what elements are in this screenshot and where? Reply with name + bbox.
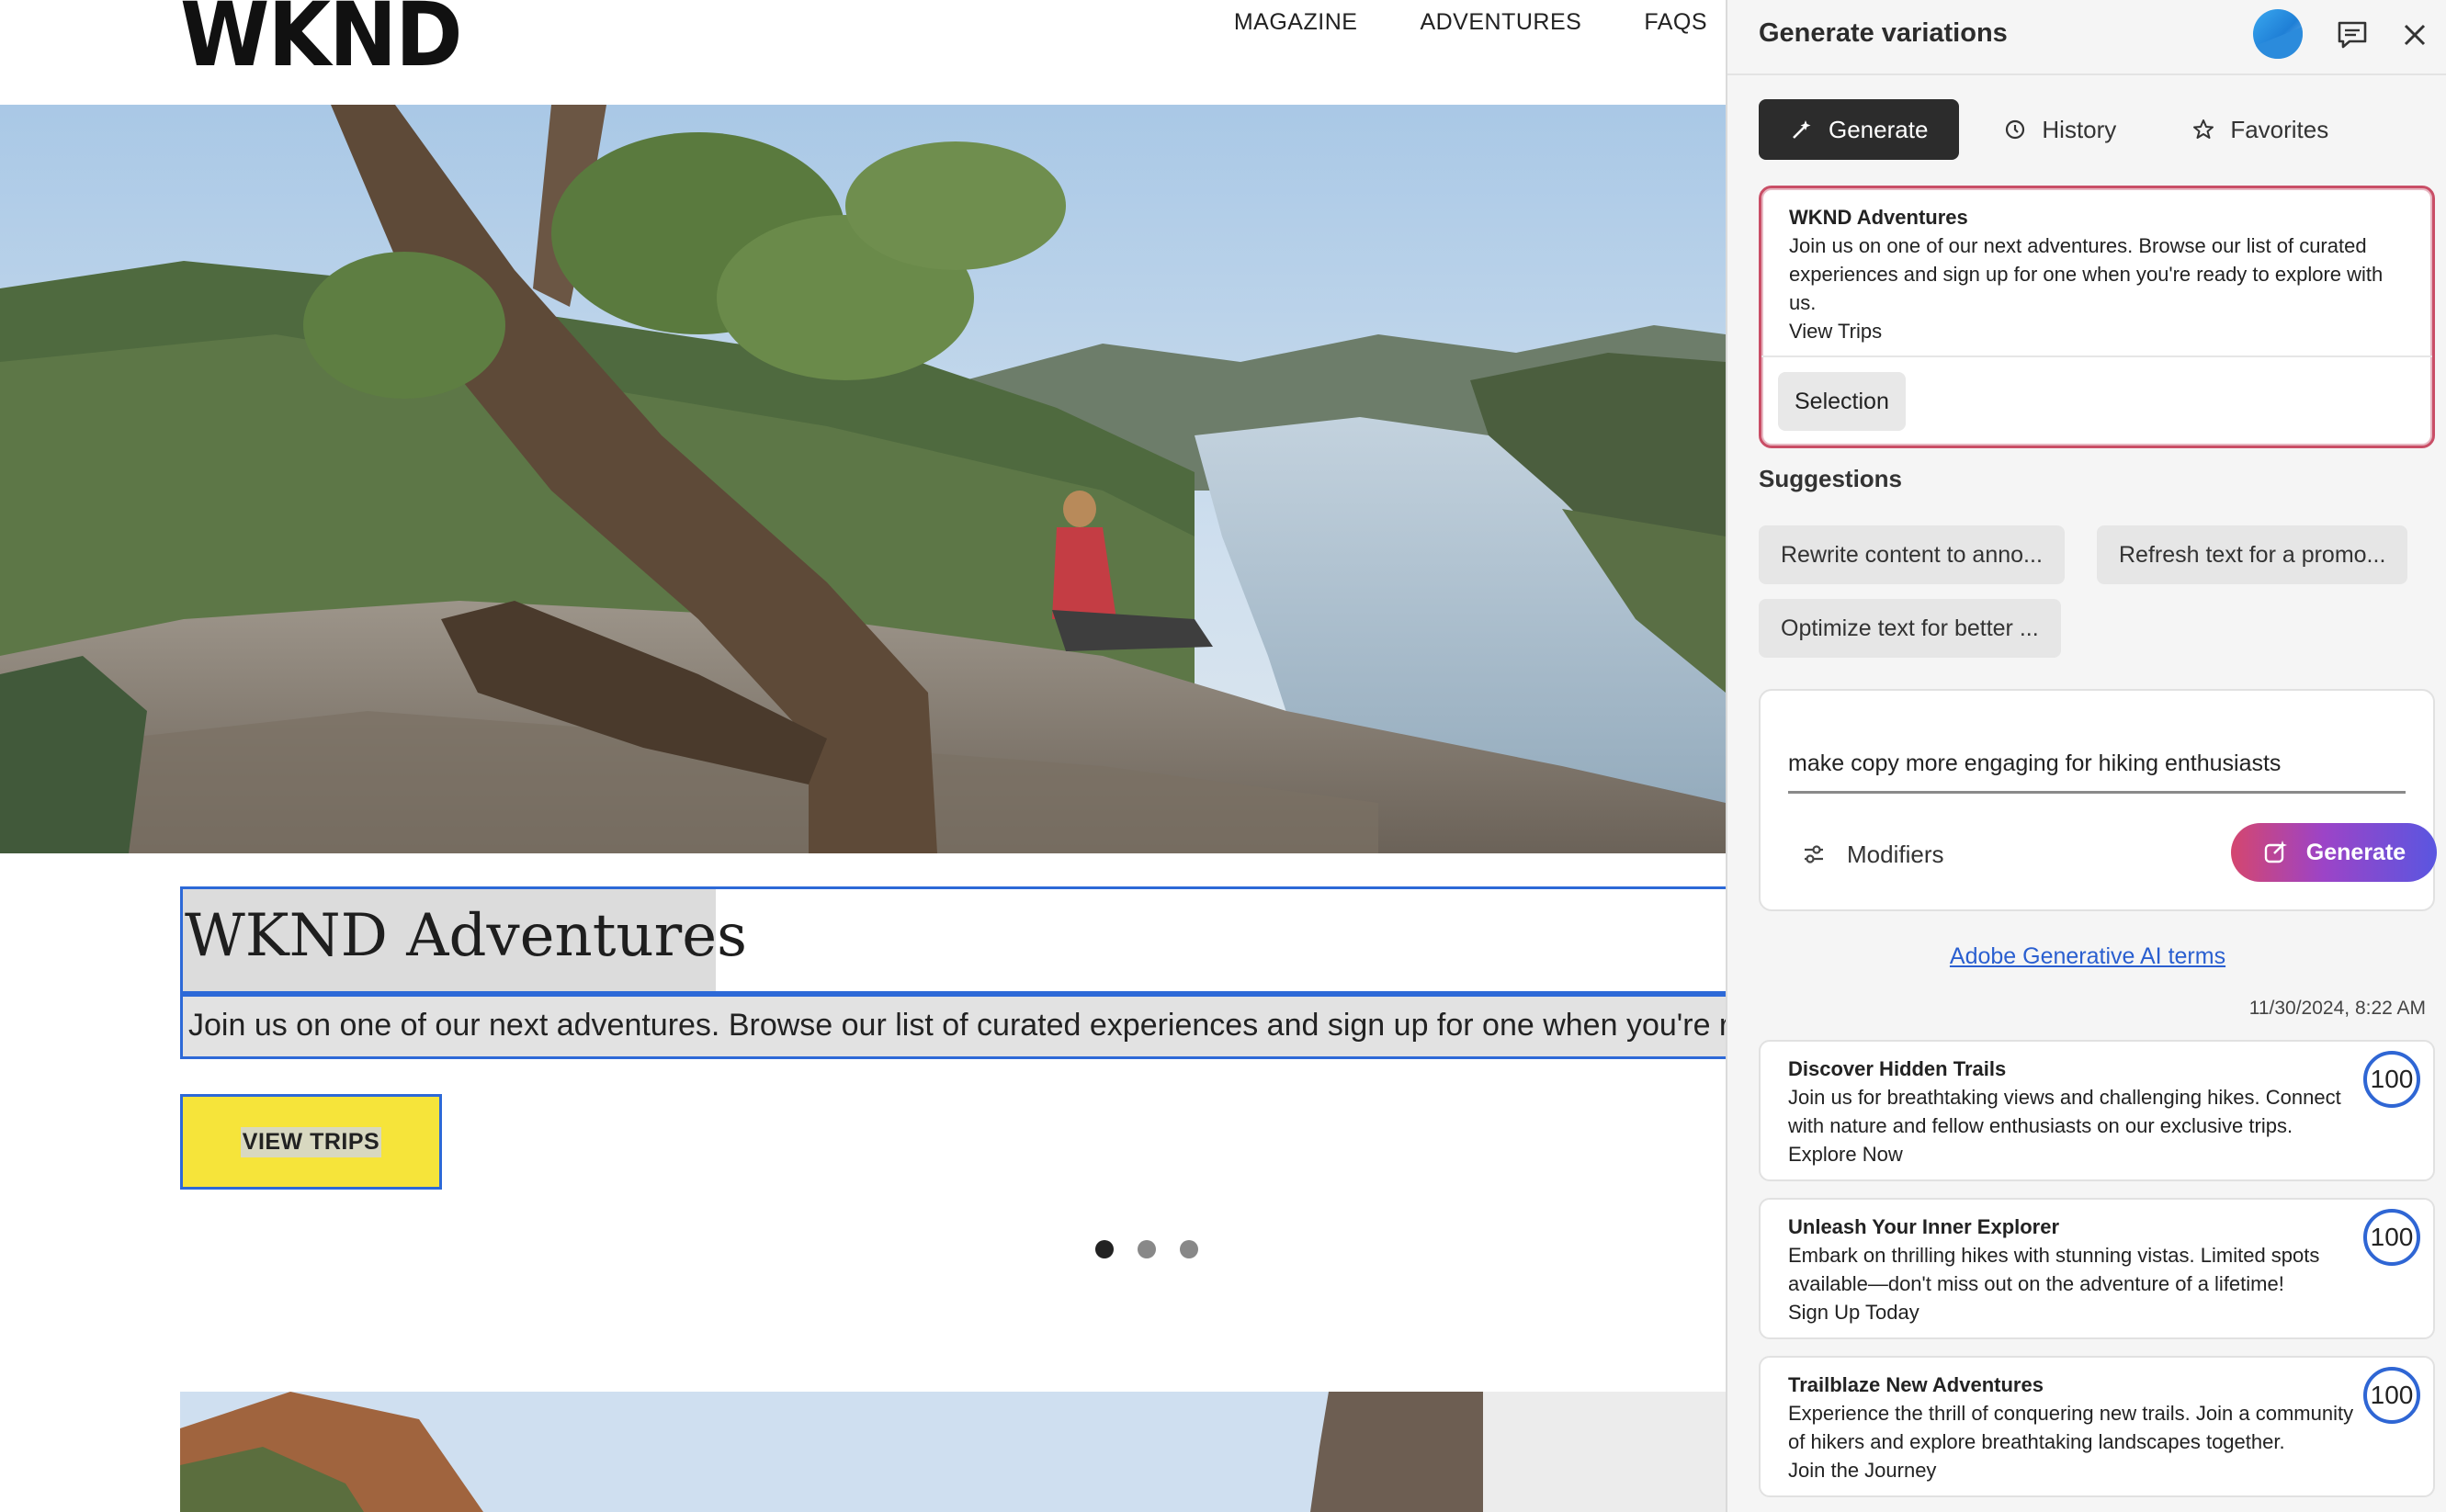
variation-card[interactable]: Trailblaze New Adventures Experience the… — [1759, 1356, 2435, 1497]
website-preview: WKND MAGAZINE ADVENTURES FAQS WKND Adven… — [0, 0, 1726, 1512]
nav-link-magazine[interactable]: MAGAZINE — [1234, 9, 1358, 36]
sliders-icon — [1805, 845, 1823, 863]
score-badge: 100 — [2363, 1209, 2420, 1266]
variation-cta: Sign Up Today — [1788, 1301, 1919, 1324]
site-header: WKND MAGAZINE ADVENTURES FAQS — [0, 0, 1726, 105]
suggestion-chip-rewrite[interactable]: Rewrite content to anno... — [1759, 525, 2065, 584]
panel-header: Generate variations — [1727, 0, 2446, 75]
divider — [1761, 355, 2432, 357]
generate-label: Generate — [2305, 839, 2406, 865]
view-trips-button[interactable]: VIEW TRIPS — [180, 1094, 442, 1190]
tab-generate[interactable]: Generate — [1759, 99, 1960, 160]
variation-title: Discover Hidden Trails — [1788, 1057, 2007, 1080]
hero-image — [0, 105, 1726, 853]
suggestions-heading: Suggestions — [1759, 465, 1903, 492]
hero-card-edge — [0, 1185, 129, 1512]
generate-icon — [1793, 120, 1811, 139]
carousel-indicators — [1095, 1240, 1198, 1258]
modifiers-label: Modifiers — [1847, 840, 1944, 868]
generation-timestamp: 11/30/2024, 8:22 AM — [2248, 998, 2426, 1019]
hero-landscape-illustration — [0, 105, 1726, 853]
user-avatar[interactable] — [2253, 9, 2303, 59]
tab-history-label: History — [2042, 115, 2117, 143]
close-button[interactable] — [2396, 17, 2433, 53]
variation-title: Trailblaze New Adventures — [1788, 1373, 2044, 1396]
view-trips-label: VIEW TRIPS — [240, 1126, 382, 1157]
site-nav: MAGAZINE ADVENTURES FAQS — [1234, 9, 1707, 36]
chat-bubble-icon — [2338, 21, 2367, 49]
panel-title: Generate variations — [1759, 18, 2008, 48]
carousel-dot-1[interactable] — [1095, 1240, 1114, 1258]
second-teaser-image — [180, 1392, 1483, 1512]
close-icon — [2404, 24, 2426, 46]
selected-content-body: Join us on one of our next adventures. B… — [1789, 234, 2384, 314]
generate-variations-panel: Generate variations Generate History Fav… — [1726, 0, 2446, 1512]
score-badge: 100 — [2363, 1051, 2420, 1108]
hero-description-editable[interactable]: Join us on one of our next adventures. B… — [180, 997, 1726, 1059]
suggestion-chip-optimize[interactable]: Optimize text for better ... — [1759, 599, 2061, 658]
variation-body: Join us for breathtaking views and chall… — [1788, 1086, 2341, 1137]
panel-tabs: Generate History Favorites — [1759, 99, 2360, 160]
suggestion-chip-refresh[interactable]: Refresh text for a promo... — [2097, 525, 2408, 584]
carousel-dot-2[interactable] — [1138, 1240, 1156, 1258]
hero-title-editable[interactable]: WKND Adventures — [180, 886, 1726, 997]
prompt-box: Modifiers Generate — [1759, 689, 2437, 911]
variation-text: Unleash Your Inner Explorer Embark on th… — [1788, 1213, 2358, 1326]
variation-cta: Explore Now — [1788, 1143, 1903, 1166]
variation-card[interactable]: Discover Hidden Trails Join us for breat… — [1759, 1040, 2435, 1181]
score-badge: 100 — [2363, 1367, 2420, 1424]
star-icon — [2193, 119, 2214, 139]
variation-cta: Join the Journey — [1788, 1459, 1937, 1482]
hero-title: WKND Adventures — [185, 902, 747, 970]
nav-link-faqs[interactable]: FAQS — [1644, 9, 1707, 36]
selected-content-text: WKND Adventures Join us on one of our ne… — [1789, 203, 2414, 345]
generate-sparkle-icon — [2264, 841, 2287, 863]
nav-link-adventures[interactable]: ADVENTURES — [1420, 9, 1581, 36]
carousel-dot-3[interactable] — [1180, 1240, 1198, 1258]
canyon-illustration — [180, 1392, 1483, 1512]
variation-text: Trailblaze New Adventures Experience the… — [1788, 1371, 2358, 1484]
prompt-input[interactable] — [1788, 737, 2406, 794]
gray-strip — [1483, 1392, 1726, 1512]
selected-content-cta: View Trips — [1789, 320, 1883, 343]
tab-history[interactable]: History — [1972, 99, 2147, 160]
variation-card[interactable]: Unleash Your Inner Explorer Embark on th… — [1759, 1198, 2435, 1339]
selected-content-box[interactable]: WKND Adventures Join us on one of our ne… — [1759, 186, 2435, 448]
history-icon — [2006, 119, 2025, 140]
tab-favorites[interactable]: Favorites — [2160, 99, 2360, 160]
selection-chip[interactable]: Selection — [1778, 372, 1906, 431]
site-logo[interactable]: WKND — [180, 0, 463, 86]
variation-body: Embark on thrilling hikes with stunning … — [1788, 1244, 2320, 1295]
generate-button[interactable]: Generate — [2231, 823, 2437, 882]
feedback-button[interactable] — [2334, 17, 2371, 53]
selected-content-title: WKND Adventures — [1789, 206, 1968, 229]
ai-terms-link[interactable]: Adobe Generative AI terms — [1727, 943, 2446, 970]
modifiers-button[interactable]: Modifiers — [1788, 829, 1956, 880]
tab-generate-label: Generate — [1829, 115, 1929, 143]
tab-favorites-label: Favorites — [2230, 115, 2329, 143]
variation-body: Experience the thrill of conquering new … — [1788, 1402, 2354, 1453]
hero-description: Join us on one of our next adventures. B… — [188, 1008, 1726, 1043]
variation-text: Discover Hidden Trails Join us for breat… — [1788, 1055, 2358, 1168]
variation-title: Unleash Your Inner Explorer — [1788, 1215, 2060, 1238]
